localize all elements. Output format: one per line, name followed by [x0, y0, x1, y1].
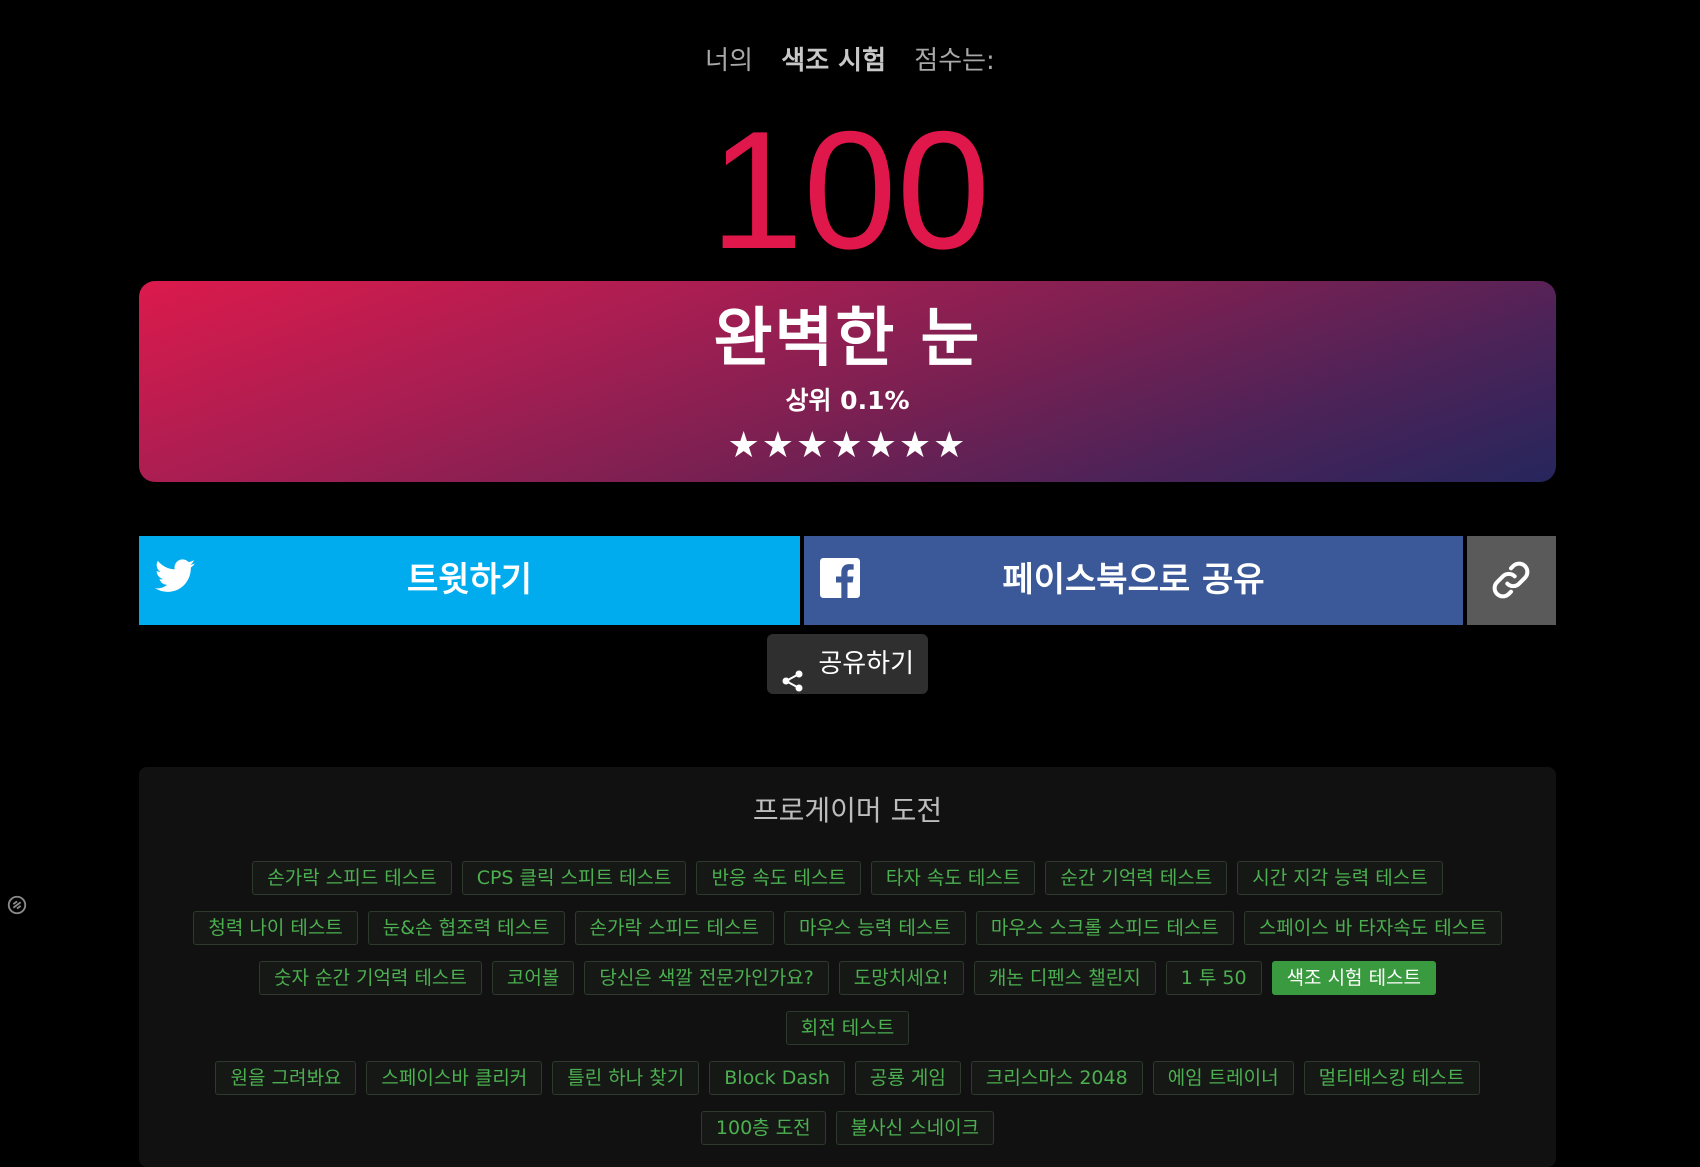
tag-row: 청력 나이 테스트 눈&손 협조력 테스트 손가락 스피드 테스트 마우스 능력 테스… [188, 903, 1508, 953]
game-tag[interactable]: 순간 기억력 테스트 [1045, 861, 1228, 895]
game-tag[interactable]: 1 투 50 [1165, 961, 1262, 995]
pro-challenge-panel: 프로게이머 도전 손가락 스피드 테스트 CPS 클릭 스피트 테스트 반응 속도 … [139, 767, 1556, 1167]
link-icon [1489, 558, 1533, 606]
tag-row: 손가락 스피드 테스트 CPS 클릭 스피트 테스트 반응 속도 테스트 타자 속도 … [188, 853, 1508, 903]
game-tag[interactable]: 멀티태스킹 테스트 [1303, 1061, 1480, 1095]
twitter-share-button[interactable]: 트윗하기 [139, 536, 800, 625]
game-tag[interactable]: 당신은 색깔 전문가인가요? [584, 961, 829, 995]
tag-row: 원을 그려봐요 스페이스바 클리커 틀린 하나 찾기 Block Dash 공룡 게임 크… [188, 1053, 1508, 1103]
game-tag[interactable]: 불사신 스네이크 [835, 1111, 995, 1145]
game-tag[interactable]: 눈&손 협조력 테스트 [367, 911, 565, 945]
score-value: 100 [709, 96, 991, 284]
facebook-share-button[interactable]: 페이스북으로 공유 [804, 536, 1463, 625]
edge-toggle-icon[interactable] [6, 894, 28, 920]
game-tag[interactable]: 스페이스 바 타자속도 테스트 [1243, 911, 1502, 945]
game-tag[interactable]: 손가락 스피드 테스트 [574, 911, 774, 945]
game-tag[interactable]: 마우스 스크롤 스피드 테스트 [975, 911, 1234, 945]
game-tag[interactable]: 100층 도전 [700, 1111, 826, 1145]
game-tag[interactable]: 회전 테스트 [785, 1011, 910, 1045]
game-tag[interactable]: 숫자 순간 기억력 테스트 [258, 961, 482, 995]
game-tag[interactable]: 틀린 하나 찾기 [552, 1061, 700, 1095]
game-tag[interactable]: 크리스마스 2048 [970, 1061, 1143, 1095]
copy-link-button[interactable] [1467, 536, 1556, 625]
game-tag[interactable]: 스페이스바 클리커 [366, 1061, 543, 1095]
result-title: 완벽한 눈 [713, 302, 982, 376]
game-tag[interactable]: 도망치세요! [838, 961, 964, 995]
game-tag[interactable]: 반응 속도 테스트 [696, 861, 861, 895]
game-tag[interactable]: 캐논 디펜스 챌린지 [973, 961, 1156, 995]
game-tag[interactable]: 공룡 게임 [854, 1061, 961, 1095]
game-tag-list: 손가락 스피드 테스트 CPS 클릭 스피트 테스트 반응 속도 테스트 타자 속도 … [188, 853, 1508, 1153]
game-tag[interactable]: 청력 나이 테스트 [193, 911, 358, 945]
result-stars: ★★★★★★★ [727, 425, 968, 466]
game-tag[interactable]: 시간 지각 능력 테스트 [1237, 861, 1443, 895]
facebook-share-label: 페이스북으로 공유 [1002, 560, 1265, 600]
game-tag[interactable]: 타자 속도 테스트 [870, 861, 1036, 895]
score-heading: 너의 색조 시험 점수는: [0, 40, 1700, 77]
share-icon [781, 655, 805, 715]
result-rank: 상위 0.1% [785, 386, 910, 415]
share-button[interactable]: 공유하기 [767, 634, 928, 694]
game-tag[interactable]: 에임 트레이너 [1152, 1061, 1294, 1095]
game-tag[interactable]: 원을 그려봐요 [215, 1061, 357, 1095]
share-button-label: 공유하기 [818, 649, 914, 679]
game-tag[interactable]: 손가락 스피드 테스트 [252, 861, 452, 895]
game-tag[interactable]: 색조 시험 테스트 [1271, 961, 1437, 995]
game-tag[interactable]: 코어볼 [491, 961, 575, 995]
twitter-share-label: 트윗하기 [406, 560, 533, 600]
tag-row: 숫자 순간 기억력 테스트 코어볼 당신은 색깔 전문가인가요? 도망치세요! 캐논 디… [188, 953, 1508, 1053]
result-banner: 완벽한 눈 상위 0.1% ★★★★★★★ [139, 281, 1556, 482]
heading-test-name: 색조 시험 [781, 46, 887, 76]
game-tag[interactable]: Block Dash [709, 1061, 845, 1095]
heading-suffix: 점수는: [914, 46, 995, 76]
tag-row: 100층 도전 불사신 스네이크 [188, 1103, 1508, 1153]
game-tag[interactable]: 마우스 능력 테스트 [783, 911, 966, 945]
game-tag[interactable]: CPS 클릭 스피트 테스트 [461, 861, 687, 895]
heading-prefix: 너의 [705, 46, 754, 76]
pro-challenge-title: 프로게이머 도전 [752, 794, 943, 827]
